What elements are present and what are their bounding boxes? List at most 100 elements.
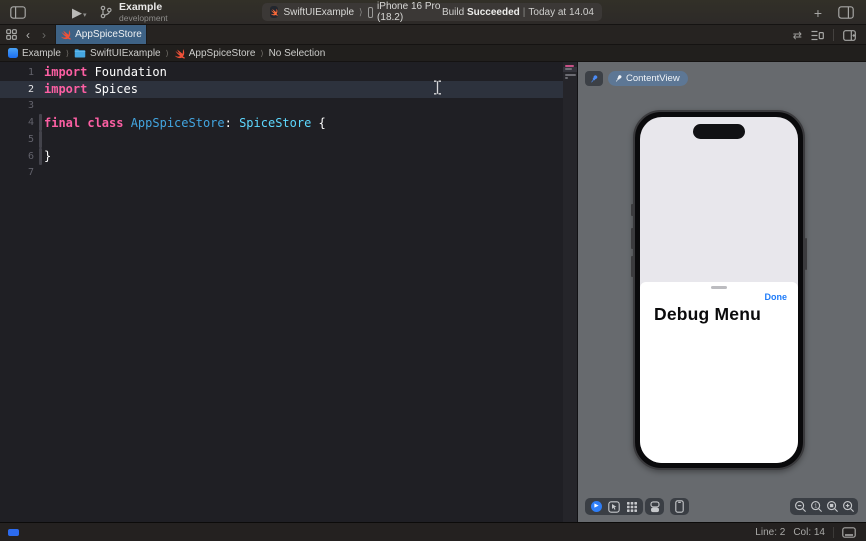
editor-options-icon[interactable]	[811, 30, 824, 41]
preview-on-device-button[interactable]	[670, 498, 689, 515]
editor-area: 1 import Foundation 2 import Spices 3 4 …	[0, 62, 866, 522]
code-line[interactable]: 4 final class AppSpiceStore: SpiceStore …	[0, 114, 563, 131]
swift-app-icon	[270, 6, 278, 18]
pinned-view-label: ContentView	[626, 73, 680, 84]
code-line[interactable]: 6 }	[0, 148, 563, 165]
grid-icon[interactable]	[6, 29, 17, 40]
line-number: 4	[0, 117, 34, 128]
breadcrumb-group[interactable]: SwiftUIExample	[74, 48, 161, 59]
zoom-controls: 1	[790, 498, 858, 515]
line-number: 3	[0, 100, 34, 111]
pinned-view-button[interactable]: ContentView	[608, 71, 688, 86]
live-preview-icon: ▶	[591, 501, 602, 512]
text-cursor-icon	[432, 80, 443, 95]
fold-ribbon[interactable]	[34, 114, 44, 131]
activity-indicator	[8, 529, 19, 536]
code-line[interactable]: 5	[0, 131, 563, 148]
swift-icon	[174, 48, 185, 59]
sidebar-left-icon[interactable]	[10, 6, 26, 19]
xcode-window: ▶ ▾ Example development SwiftUIExample ⟩…	[0, 0, 866, 541]
line-number: 2	[0, 84, 34, 95]
sheet-title: Debug Menu	[654, 304, 761, 325]
zoom-100-button[interactable]: 1	[808, 499, 824, 514]
forward-icon[interactable]: ›	[39, 29, 49, 41]
volume-down-button	[631, 256, 634, 277]
code-line-current[interactable]: 2 import Spices	[0, 81, 563, 98]
fold-ribbon[interactable]	[34, 148, 44, 165]
breadcrumb-project[interactable]: Example	[8, 48, 61, 59]
tab-label: AppSpiceStore	[75, 29, 142, 40]
canvas-toolbar: ▶	[578, 496, 866, 518]
pin-icon	[614, 74, 623, 83]
chevron-right-icon: ⟩	[359, 7, 363, 18]
sheet-grabber[interactable]	[711, 286, 727, 289]
build-status[interactable]: Build Succeeded|Today at 14.04	[442, 7, 594, 18]
zoom-out-icon	[794, 500, 807, 513]
back-icon[interactable]: ‹	[23, 29, 33, 41]
power-button	[805, 238, 808, 270]
scheme-name: Example	[119, 2, 168, 12]
live-preview-button[interactable]: ▶	[588, 499, 604, 514]
zoom-in-icon	[842, 500, 855, 513]
tab-bar: ‹ › AppSpiceStore ⇄	[0, 25, 866, 45]
debug-menu-sheet: Done Debug Menu	[640, 282, 798, 463]
dynamic-island	[693, 124, 745, 139]
zoom-fit-icon	[826, 500, 839, 513]
breadcrumb-selection[interactable]: No Selection	[269, 48, 326, 59]
code-review-icon[interactable]: ⇄	[793, 29, 802, 42]
run-button[interactable]: ▶ ▾	[72, 6, 87, 19]
destination-device[interactable]: iPhone 16 Pro (18.2)	[377, 1, 442, 23]
code-line[interactable]: 7	[0, 165, 563, 182]
destination-project[interactable]: SwiftUIExample	[283, 7, 354, 18]
chevron-right-icon: ⟩	[65, 49, 70, 58]
volume-up-button	[631, 228, 634, 249]
status-bar: Line: 2 Col: 14	[0, 522, 866, 541]
code-line[interactable]: 1 import Foundation	[0, 64, 563, 81]
line-indicator: Line: 2	[755, 527, 785, 538]
preview-mode-group: ▶	[585, 498, 643, 515]
line-number: 5	[0, 134, 34, 145]
chevron-right-icon: ⟩	[165, 49, 170, 58]
device-settings-button[interactable]	[645, 498, 664, 515]
zoom-fit-button[interactable]	[824, 499, 840, 514]
column-indicator: Col: 14	[793, 527, 825, 538]
line-number: 6	[0, 151, 34, 162]
folder-icon	[74, 48, 86, 58]
destination-status-pill[interactable]: SwiftUIExample ⟩ iPhone 16 Pro (18.2) Bu…	[262, 3, 602, 21]
zoom-100-icon: 1	[810, 500, 823, 513]
done-button[interactable]: Done	[765, 292, 788, 302]
line-number: 1	[0, 67, 34, 78]
code-line[interactable]: 3	[0, 98, 563, 115]
zoom-out-button[interactable]	[792, 499, 808, 514]
selectable-mode-button[interactable]	[606, 499, 622, 514]
chevron-right-icon: ⟩	[259, 49, 264, 58]
jump-bar: Example ⟩ SwiftUIExample ⟩ AppSpiceStore…	[0, 45, 866, 62]
zoom-in-button[interactable]	[840, 499, 856, 514]
device-icon	[675, 500, 684, 513]
svg-text:1: 1	[814, 504, 817, 510]
swift-icon	[60, 29, 71, 40]
chevron-down-icon: ▾	[83, 11, 87, 19]
line-number: 7	[0, 167, 34, 178]
iphone-preview-device: Done Debug Menu	[633, 110, 805, 470]
main-toolbar: ▶ ▾ Example development SwiftUIExample ⟩…	[0, 0, 866, 25]
branch-icon	[100, 5, 112, 19]
editor-only-icon[interactable]	[842, 527, 856, 538]
source-editor[interactable]: 1 import Foundation 2 import Spices 3 4 …	[0, 62, 563, 522]
scheme-selector[interactable]: Example development	[119, 2, 168, 23]
pin-preview-button[interactable]	[585, 71, 603, 86]
minimap[interactable]	[563, 62, 577, 522]
breadcrumb-file[interactable]: AppSpiceStore	[174, 48, 256, 59]
variants-mode-button[interactable]	[624, 499, 640, 514]
action-button	[631, 204, 634, 216]
device-settings-icon	[649, 501, 661, 513]
sidebar-right-icon[interactable]	[838, 6, 854, 19]
fold-ribbon[interactable]	[34, 131, 44, 148]
device-screen[interactable]: Done Debug Menu	[640, 117, 798, 463]
divider	[833, 29, 834, 41]
add-icon[interactable]: +	[814, 6, 822, 20]
scheme-target: development	[119, 13, 168, 23]
divider	[833, 527, 834, 538]
add-editor-icon[interactable]	[843, 30, 856, 41]
tab-appspicestore[interactable]: AppSpiceStore	[55, 25, 147, 44]
